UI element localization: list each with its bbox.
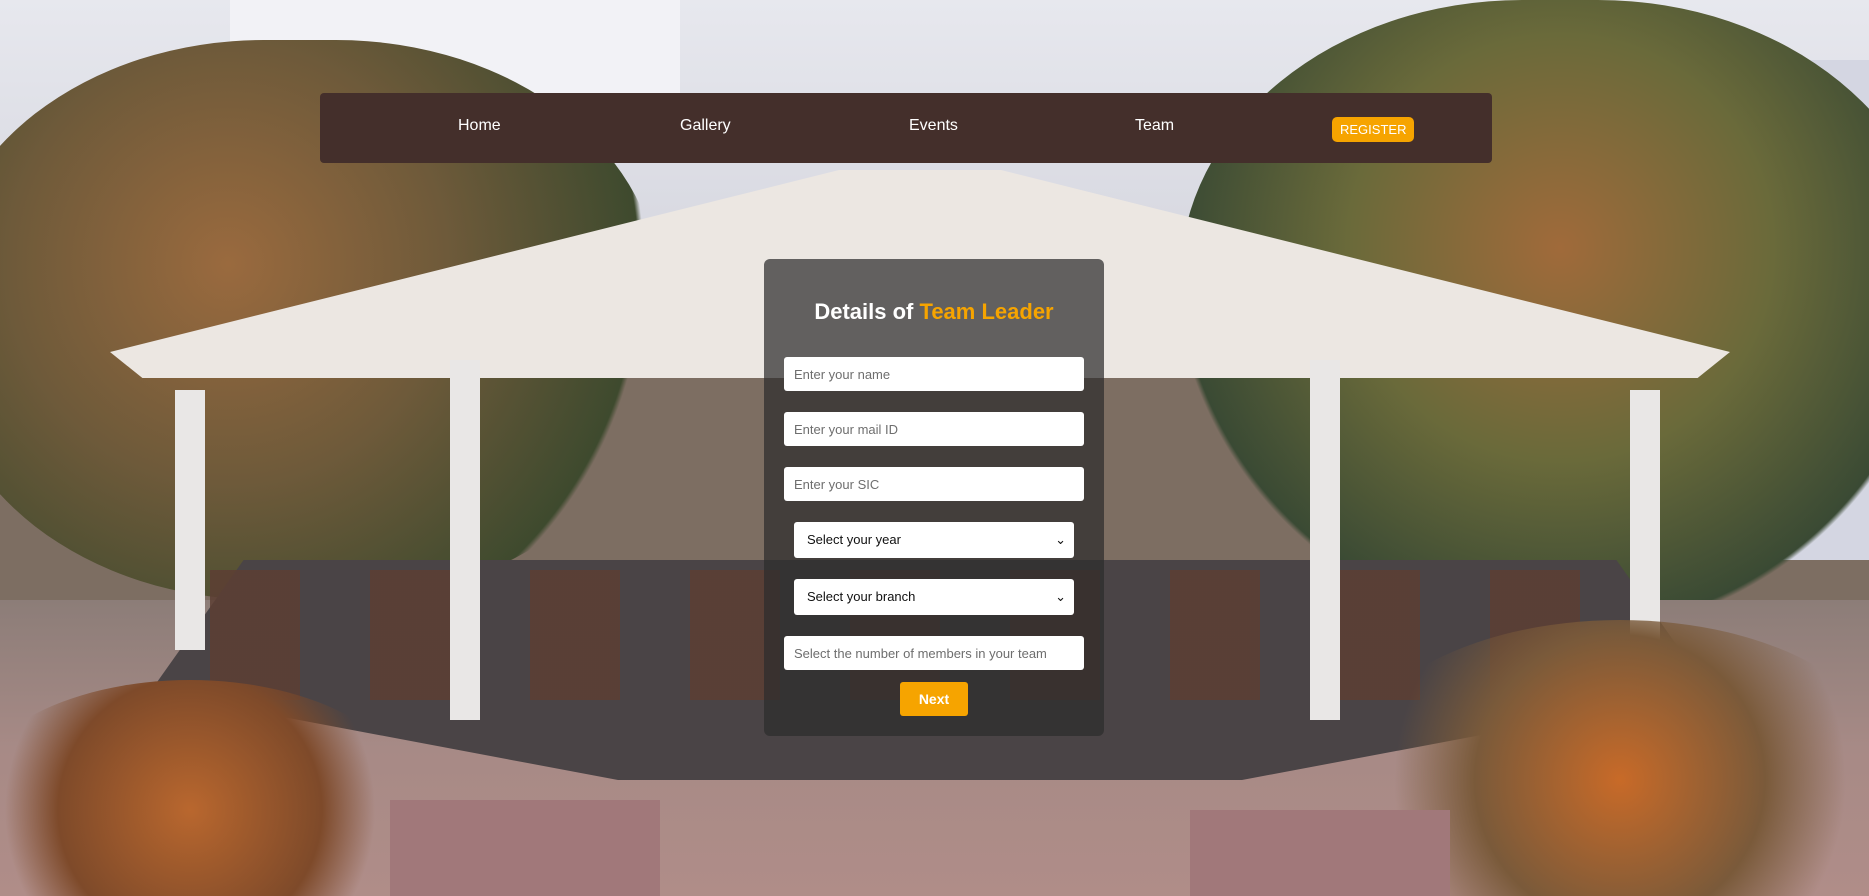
nav-gallery-link[interactable]: Gallery	[680, 117, 731, 135]
sic-input[interactable]	[784, 467, 1084, 501]
team-leader-form-card: Details of Team Leader Select your year …	[764, 259, 1104, 736]
nav-team-link[interactable]: Team	[1135, 117, 1174, 135]
register-button[interactable]: REGISTER	[1332, 117, 1415, 142]
members-count-input[interactable]	[784, 636, 1084, 670]
chevron-down-icon: ⌄	[1055, 532, 1066, 547]
top-navbar: Home Gallery Events Team REGISTER	[320, 93, 1492, 163]
next-button[interactable]: Next	[900, 682, 968, 716]
form-title-prefix: Details of	[814, 299, 914, 324]
branch-select[interactable]: Select your branch ⌄	[794, 579, 1074, 615]
nav-events-link[interactable]: Events	[909, 117, 958, 135]
year-select-value: Select your year	[807, 532, 901, 547]
mail-input[interactable]	[784, 412, 1084, 446]
name-input[interactable]	[784, 357, 1084, 391]
form-title-accent: Team Leader	[919, 299, 1054, 324]
year-select[interactable]: Select your year ⌄	[794, 522, 1074, 558]
chevron-down-icon: ⌄	[1055, 589, 1066, 604]
branch-select-value: Select your branch	[807, 589, 916, 604]
nav-home-link[interactable]: Home	[458, 117, 501, 135]
form-title: Details of Team Leader	[764, 299, 1104, 325]
